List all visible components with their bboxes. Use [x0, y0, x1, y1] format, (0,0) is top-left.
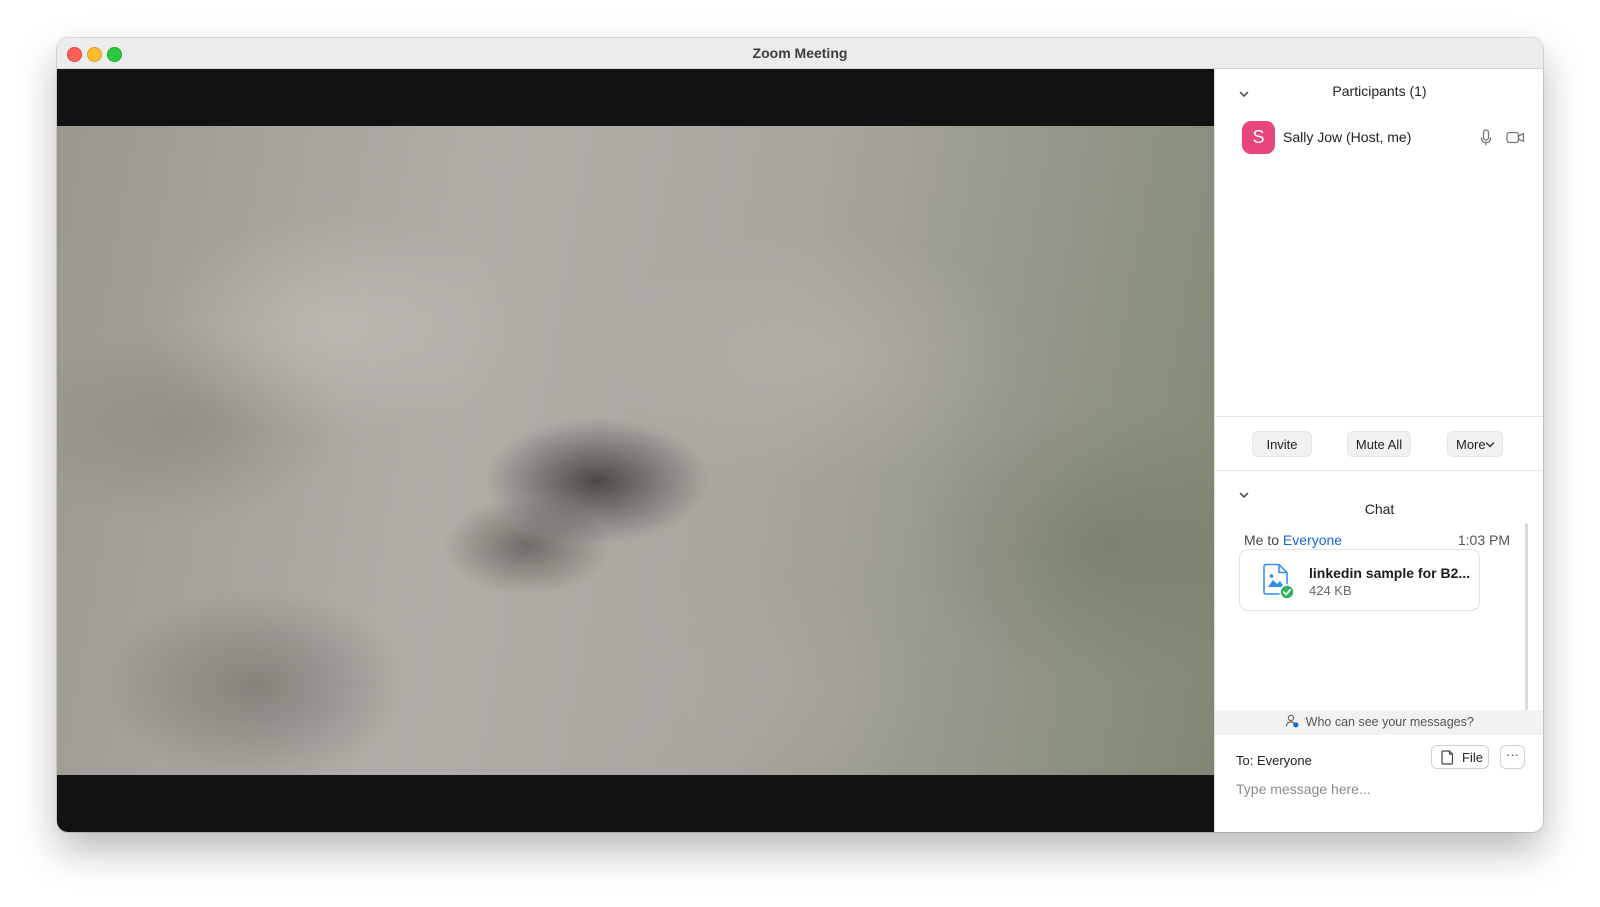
- file-button[interactable]: File: [1431, 745, 1489, 769]
- collapse-chat-chevron-icon[interactable]: [1238, 489, 1250, 501]
- chat-scrollbar[interactable]: [1525, 523, 1528, 710]
- participants-header: Participants (1): [1332, 83, 1427, 99]
- message-from: Me to: [1244, 532, 1280, 548]
- file-size: 424 KB: [1309, 583, 1352, 598]
- title-bar: Zoom Meeting: [57, 38, 1543, 69]
- divider: [1215, 416, 1543, 417]
- invite-button[interactable]: Invite: [1252, 431, 1312, 457]
- privacy-note-label: Who can see your messages?: [1305, 715, 1474, 729]
- chat-header: Chat: [1364, 501, 1395, 517]
- chevron-down-icon: [1485, 442, 1495, 448]
- message-sender: Me to Everyone: [1244, 532, 1342, 548]
- more-button[interactable]: More: [1447, 431, 1503, 457]
- message-recipient-link[interactable]: Everyone: [1283, 532, 1342, 548]
- file-attachment-card[interactable]: linkedin sample for B2... 424 KB: [1239, 549, 1480, 611]
- participant-row[interactable]: S Sally Jow (Host, me): [1215, 121, 1543, 155]
- recipient-selector[interactable]: To: Everyone: [1236, 753, 1312, 768]
- who-can-see-messages-link[interactable]: Who can see your messages?: [1215, 710, 1543, 735]
- person-eye-icon: [1286, 714, 1299, 728]
- message-timestamp: 1:03 PM: [1457, 532, 1510, 548]
- chat-more-button[interactable]: ···: [1500, 745, 1525, 769]
- zoom-meeting-window: Zoom Meeting Participants (1) S Sally Jo…: [57, 38, 1543, 832]
- participant-name: Sally Jow (Host, me): [1283, 129, 1412, 145]
- microphone-icon[interactable]: [1480, 129, 1492, 147]
- message-input[interactable]: [1236, 777, 1526, 801]
- document-icon: [1441, 750, 1454, 765]
- divider: [1215, 470, 1543, 471]
- file-button-label: File: [1462, 750, 1483, 765]
- file-name: linkedin sample for B2...: [1309, 565, 1471, 581]
- video-feed: [57, 126, 1214, 775]
- avatar: S: [1242, 121, 1275, 154]
- video-area: [57, 69, 1214, 832]
- side-panel: Participants (1) S Sally Jow (Host, me) …: [1214, 69, 1543, 832]
- video-camera-icon[interactable]: [1506, 131, 1525, 144]
- image-file-icon: [1263, 563, 1294, 599]
- window-title: Zoom Meeting: [752, 45, 848, 61]
- mute-all-button[interactable]: Mute All: [1347, 431, 1411, 457]
- more-button-label: More: [1456, 437, 1486, 452]
